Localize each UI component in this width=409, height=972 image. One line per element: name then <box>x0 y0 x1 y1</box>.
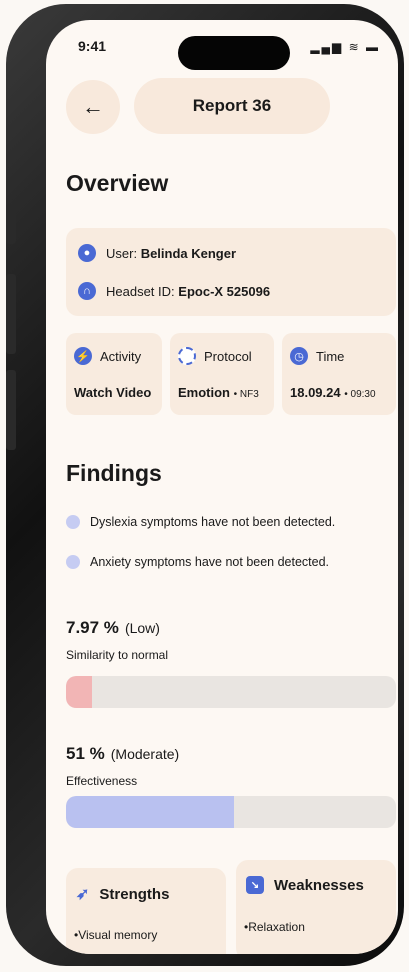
activity-card: ⚡ Activity Watch Video <box>66 333 162 415</box>
page-title: Report 36 <box>134 78 330 134</box>
protocol-card: Protocol Emotion • NF3 <box>170 333 274 415</box>
time-card: ◷ Time 18.09.24 • 09:30 <box>282 333 396 415</box>
headset-value: Epoc-X 525096 <box>178 283 271 299</box>
phone-frame: 9:41 ▂▄▆ ≋ ▬ ← Report 36 Overview ● User… <box>6 4 404 966</box>
user-info-card: ● User: Belinda Kenger ∩ Headset ID: Epo… <box>66 228 396 316</box>
arrow-left-icon: ← <box>82 94 104 119</box>
user-value: Belinda Kenger <box>140 245 237 261</box>
finding-item: Anxiety symptoms have not been detected. <box>66 555 329 569</box>
status-icons: ▂▄▆ ≋ ▬ <box>310 40 380 54</box>
headset-label: Headset ID: <box>106 283 175 299</box>
similarity-progress-bar <box>66 676 396 708</box>
overview-heading: Overview <box>66 170 169 196</box>
findings-heading: Findings <box>66 460 162 486</box>
protocol-label: Protocol <box>204 348 252 364</box>
weaknesses-heading: Weaknesses <box>274 876 364 894</box>
volume-down-button <box>6 370 16 450</box>
screen: 9:41 ▂▄▆ ≋ ▬ ← Report 36 Overview ● User… <box>46 20 398 954</box>
similarity-label: Similarity to normal <box>66 648 169 662</box>
headphones-icon: ∩ <box>78 282 96 300</box>
finding-item: Dyslexia symptoms have not been detected… <box>66 515 335 529</box>
status-time: 9:41 <box>78 38 107 54</box>
headset-row: ∩ Headset ID: Epoc-X 525096 <box>78 282 270 300</box>
volume-up-button <box>6 274 16 354</box>
bullet-dot <box>66 515 80 529</box>
user-icon: ● <box>78 244 96 262</box>
similarity-progress-fill <box>66 676 93 708</box>
effectiveness-value: 51 % (Moderate) <box>66 744 180 763</box>
strengths-heading: Strengths <box>99 885 170 903</box>
dynamic-island <box>178 36 290 70</box>
effectiveness-progress-bar <box>66 796 396 828</box>
user-label: User: <box>106 245 138 261</box>
effectiveness-progress-fill <box>66 796 235 828</box>
activity-value: Watch Video <box>74 385 152 400</box>
trend-down-icon: ↘ <box>246 876 264 894</box>
bullet-dot <box>66 555 80 569</box>
time-label: Time <box>316 348 345 364</box>
strengths-card[interactable]: ➶ Strengths •Visual memory <box>66 868 226 954</box>
weaknesses-card[interactable]: ↘ Weaknesses •Relaxation <box>236 860 396 954</box>
clock-icon: ◷ <box>290 347 308 365</box>
protocol-icon <box>178 347 196 365</box>
back-button[interactable]: ← <box>66 80 120 134</box>
weaknesses-item: •Relaxation <box>244 920 305 934</box>
protocol-value: Emotion <box>178 385 230 400</box>
rocket-icon: ➶ <box>76 886 90 903</box>
similarity-value: 7.97 % (Low) <box>66 618 160 637</box>
finding-text: Anxiety symptoms have not been detected. <box>90 555 330 569</box>
status-bar: 9:41 ▂▄▆ ≋ ▬ <box>46 36 398 70</box>
user-row: ● User: Belinda Kenger <box>78 244 236 262</box>
activity-label: Activity <box>100 348 142 364</box>
effectiveness-label: Effectiveness <box>66 774 138 788</box>
time-value: 18.09.24 <box>290 385 341 400</box>
protocol-suffix: • NF3 <box>233 389 259 400</box>
action-button <box>6 204 16 244</box>
time-suffix: • 09:30 <box>344 389 376 400</box>
strengths-item: •Visual memory <box>74 928 158 942</box>
bolt-icon: ⚡ <box>74 347 92 365</box>
finding-text: Dyslexia symptoms have not been detected… <box>90 515 336 529</box>
